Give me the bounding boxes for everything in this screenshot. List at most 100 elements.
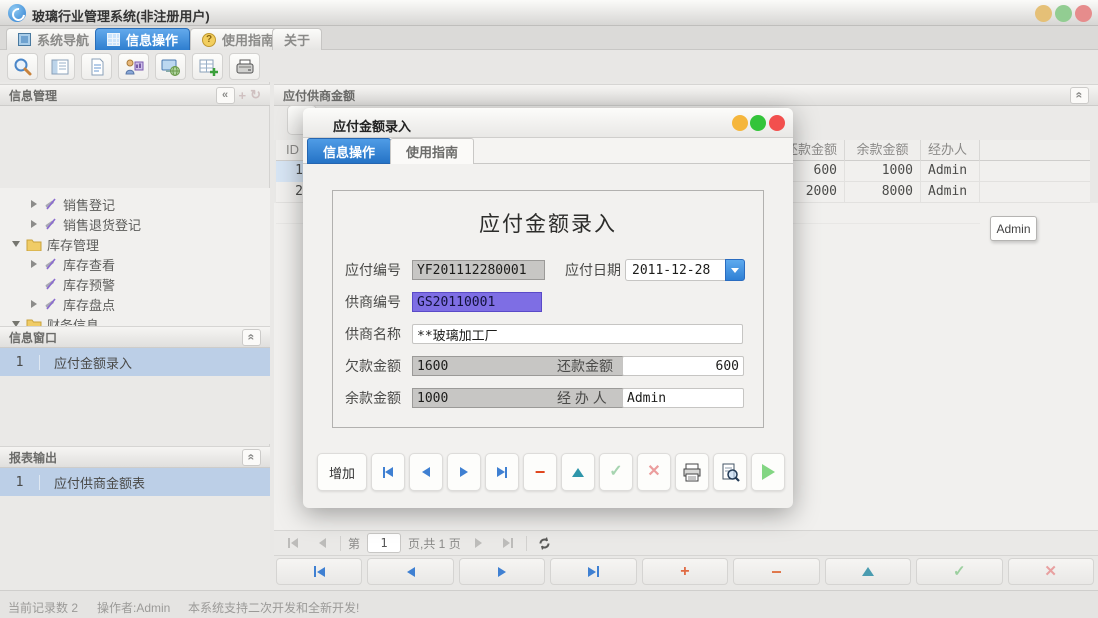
tab-info-operation[interactable]: 信息操作 — [95, 28, 190, 50]
dialog-body: 应付金额录入 应付编号 应付日期 供商编号 供商名称 欠款金额 还款金额 余款金… — [303, 164, 793, 508]
minimize-button[interactable] — [1035, 5, 1052, 22]
dialog-last-record-button[interactable] — [485, 453, 519, 491]
dialog-edit-button[interactable] — [561, 453, 595, 491]
date-dropdown-button[interactable] — [725, 259, 745, 281]
dialog-prior-record-button[interactable] — [409, 453, 443, 491]
printer-toolbar-button[interactable] — [229, 53, 260, 80]
expand-arrow-icon[interactable] — [31, 200, 37, 208]
supplier-no-field[interactable] — [412, 292, 542, 312]
sidebar-collapse-button[interactable]: « — [216, 87, 235, 104]
dialog-title: 应付金额录入 — [333, 116, 411, 135]
tools-icon — [44, 277, 58, 291]
tree-item-inventory-count[interactable]: 库存盘点 — [0, 294, 270, 314]
insert-record-button[interactable]: + — [642, 558, 728, 585]
monitor-button[interactable] — [155, 53, 186, 80]
last-page-button[interactable] — [497, 533, 519, 553]
minus-icon: − — [771, 563, 782, 581]
edit-record-button[interactable] — [825, 558, 911, 585]
expand-arrow-icon[interactable] — [31, 260, 37, 268]
window-title: 玻璃行业管理系统(非注册用户) — [32, 6, 210, 25]
supplier-name-field[interactable] — [412, 324, 743, 344]
tools-icon — [44, 217, 58, 231]
dialog-maximize-button[interactable] — [750, 115, 766, 131]
info-window-collapse-button[interactable]: « — [242, 329, 261, 346]
tab-system-nav[interactable]: 系统导航 — [6, 28, 101, 50]
delete-record-button[interactable]: − — [733, 558, 819, 585]
prior-record-button[interactable] — [367, 558, 453, 585]
separator — [526, 536, 527, 551]
dialog-print-preview-button[interactable] — [713, 453, 747, 491]
content-panel-header: 应付供商金额 « — [274, 84, 1098, 106]
page-number-input[interactable] — [367, 533, 401, 553]
dialog-first-record-button[interactable] — [371, 453, 405, 491]
report-output-item[interactable]: 1 应付供商金额表 — [0, 468, 270, 496]
tree-item-inventory-warning[interactable]: 库存预警 — [0, 274, 270, 294]
dialog-tab-user-guide[interactable]: 使用指南 — [390, 138, 474, 164]
data-list-button[interactable] — [44, 53, 75, 80]
table-add-button[interactable] — [192, 53, 223, 80]
supplier-no-label: 供商编号 — [345, 292, 401, 312]
dialog-execute-button[interactable] — [751, 453, 785, 491]
next-page-button[interactable] — [468, 533, 490, 553]
payable-date-field[interactable] — [625, 259, 725, 281]
dialog-minimize-button[interactable] — [732, 115, 748, 131]
dialog-post-button[interactable]: ✓ — [599, 453, 633, 491]
post-record-button[interactable]: ✓ — [916, 558, 1002, 585]
dialog-print-button[interactable] — [675, 453, 709, 491]
repay-field[interactable] — [622, 356, 744, 376]
cell-operator: Admin — [921, 182, 980, 203]
dialog-next-record-button[interactable] — [447, 453, 481, 491]
x-icon: ✕ — [1044, 564, 1057, 579]
maximize-button[interactable] — [1055, 5, 1072, 22]
item-label: 应付供商金额表 — [40, 473, 145, 492]
expand-arrow-icon[interactable] — [31, 300, 37, 308]
dialog-tab-info-operation[interactable]: 信息操作 — [307, 138, 391, 164]
dialog-title-bar: 应付金额录入 — [303, 108, 793, 138]
dialog-delete-button[interactable]: − — [523, 453, 557, 491]
first-record-button[interactable] — [276, 558, 362, 585]
info-window-title: 信息窗口 — [9, 329, 57, 346]
cell-balance: 1000 — [845, 161, 921, 182]
search-button[interactable] — [7, 53, 38, 80]
last-record-button[interactable] — [550, 558, 636, 585]
add-button[interactable]: 增加 — [317, 453, 367, 491]
record-count-label: 当前记录数 2 — [8, 599, 78, 616]
balance-field[interactable] — [412, 388, 648, 408]
repay-label: 还款金额 — [557, 356, 613, 376]
payable-no-field[interactable] — [412, 260, 545, 280]
column-header-balance[interactable]: 余款金额 — [845, 140, 921, 161]
page-total-label: 页,共 1 页 — [408, 535, 461, 552]
expand-arrow-icon[interactable] — [31, 220, 37, 228]
help-icon: ? — [202, 33, 216, 47]
tree-item-sales-register[interactable]: 销售登记 — [0, 194, 270, 214]
prior-record-icon — [407, 567, 415, 577]
operator-field[interactable] — [622, 388, 744, 408]
first-page-icon — [291, 538, 298, 548]
collapse-arrow-icon[interactable] — [12, 241, 20, 247]
dialog-cancel-button[interactable]: ✕ — [637, 453, 671, 491]
tree-item-inventory-manage[interactable]: 库存管理 — [0, 234, 270, 254]
tree-item-sales-return[interactable]: 销售退货登记 — [0, 214, 270, 234]
status-bar: 当前记录数 2 操作者:Admin 本系统支持二次开发和全新开发! — [0, 590, 1098, 618]
prev-page-button[interactable] — [311, 533, 333, 553]
user-report-button[interactable] — [118, 53, 149, 80]
dialog-close-button[interactable] — [769, 115, 785, 131]
tree-item-inventory-view[interactable]: 库存查看 — [0, 254, 270, 274]
content-collapse-button[interactable]: « — [1070, 87, 1089, 104]
item-number: 1 — [0, 355, 40, 370]
item-number: 1 — [0, 475, 40, 490]
tab-about[interactable]: 关于 — [272, 28, 322, 50]
column-header-operator[interactable]: 经办人 — [921, 140, 980, 161]
cell-balance: 8000 — [845, 182, 921, 203]
info-window-item[interactable]: 1 应付金额录入 — [0, 348, 270, 376]
document-button[interactable] — [81, 53, 112, 80]
document-icon — [87, 57, 107, 77]
refresh-button[interactable] — [534, 533, 556, 553]
next-record-button[interactable] — [459, 558, 545, 585]
cancel-record-button[interactable]: ✕ — [1008, 558, 1094, 585]
content-panel-title: 应付供商金额 — [283, 87, 355, 104]
report-output-collapse-button[interactable]: « — [242, 449, 261, 466]
app-icon — [8, 4, 26, 22]
first-page-button[interactable] — [282, 533, 304, 553]
close-button[interactable] — [1075, 5, 1092, 22]
